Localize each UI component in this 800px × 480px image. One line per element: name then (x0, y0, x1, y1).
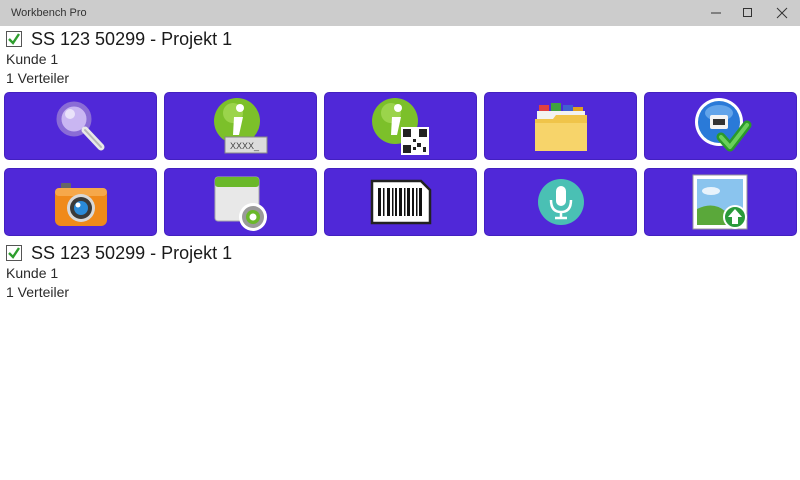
title-bar: Workbench Pro (0, 0, 800, 26)
maximize-icon (743, 8, 752, 17)
app-title: Workbench Pro (11, 7, 87, 19)
network-check-icon (694, 98, 751, 152)
project-customer: Kunde 1 (6, 265, 59, 281)
project-title[interactable]: SS 123 50299 - Projekt 1 (31, 243, 232, 264)
maximize-button[interactable] (731, 0, 765, 26)
info-text-icon: XXXX_ (213, 98, 267, 154)
info-text-tile[interactable]: XXXX_ (164, 92, 317, 160)
project-customer: Kunde 1 (6, 51, 59, 67)
action-tile-grid: XXXX_ (4, 92, 797, 236)
microphone-tile[interactable] (484, 168, 637, 236)
window-settings-icon (214, 176, 267, 231)
checkmark-icon (8, 33, 20, 45)
minimize-icon (711, 12, 721, 14)
project-entry: SS 123 50299 - Projekt 1 Kunde 1 1 Verte… (6, 28, 232, 88)
project-checkbox[interactable] (6, 31, 22, 47)
project-distributors: 1 Verteiler (6, 70, 70, 86)
camera-icon (54, 183, 107, 226)
barcode-icon (370, 179, 431, 225)
checkmark-icon (8, 247, 20, 259)
project-checkbox[interactable] (6, 245, 22, 261)
folder-tile[interactable] (484, 92, 637, 160)
magnifier-icon (56, 101, 104, 151)
project-distributors: 1 Verteiler (6, 284, 70, 300)
close-icon (776, 7, 788, 19)
minimize-button[interactable] (699, 0, 733, 26)
network-tile[interactable] (644, 92, 797, 160)
info-qr-tile[interactable] (324, 92, 477, 160)
camera-tile[interactable] (4, 168, 157, 236)
info-qr-icon (371, 98, 429, 155)
search-tile[interactable] (4, 92, 157, 160)
info-caption: XXXX_ (230, 141, 260, 151)
settings-tile[interactable] (164, 168, 317, 236)
close-button[interactable] (765, 0, 799, 26)
image-upload-icon (692, 174, 747, 230)
project-title[interactable]: SS 123 50299 - Projekt 1 (31, 29, 232, 50)
microphone-icon (537, 179, 584, 225)
file-folder-icon (534, 103, 587, 151)
project-entry: SS 123 50299 - Projekt 1 Kunde 1 1 Verte… (6, 242, 232, 302)
image-upload-tile[interactable] (644, 168, 797, 236)
barcode-tile[interactable] (324, 168, 477, 236)
